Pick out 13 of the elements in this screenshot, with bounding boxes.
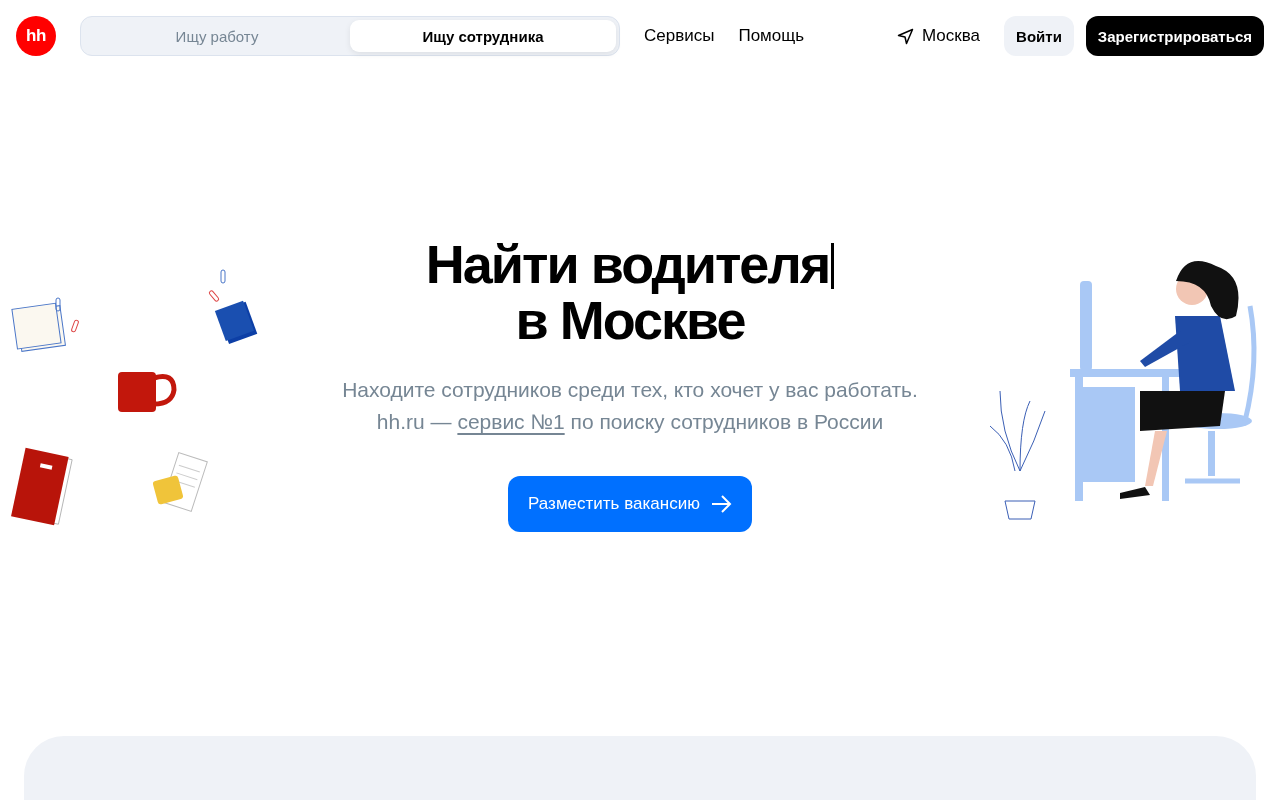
nav-link[interactable]: Помощь (738, 26, 805, 46)
post-vacancy-button[interactable]: Разместить вакансию (508, 476, 752, 532)
arrow-right-icon (709, 493, 732, 515)
hero-subtitle: Находите сотрудников среди тех, кто хочет у вас работать. hh.ru — сервис №1 по поиску сотрудников в России (342, 377, 918, 435)
location-arrow-icon (897, 27, 914, 45)
register-button[interactable]: Зарегистрироваться (1085, 16, 1264, 56)
nav-link[interactable]: Сервисы (644, 26, 715, 46)
city-link[interactable]: Москва (897, 26, 981, 46)
login-button[interactable]: Войти (1004, 16, 1074, 56)
service-link[interactable]: сервис №1 (457, 410, 565, 433)
role-tab[interactable]: Ищу сотрудника (350, 20, 616, 52)
hero-title: Найти водителя (425, 234, 830, 294)
logo[interactable]: hh (16, 16, 56, 56)
